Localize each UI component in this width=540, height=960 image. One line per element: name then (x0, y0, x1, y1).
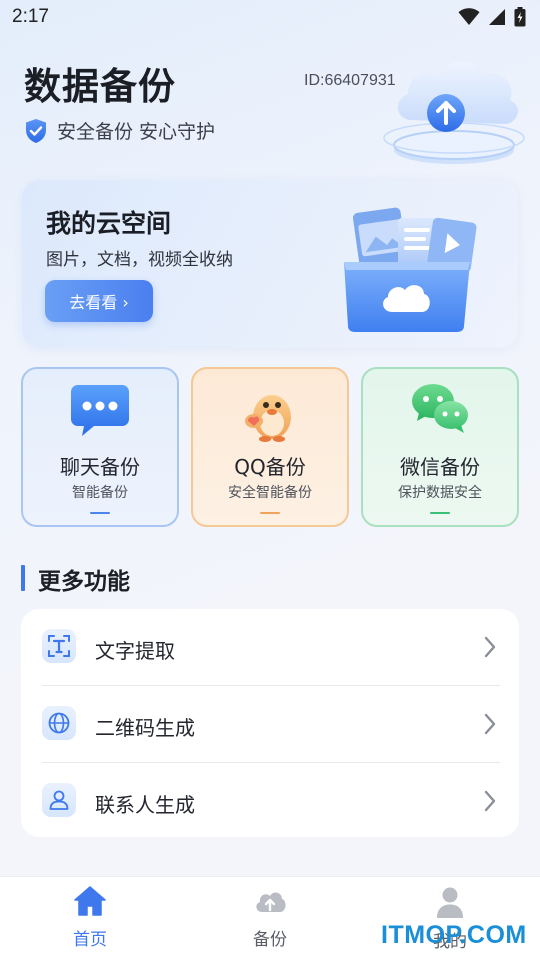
cloud-upload-illustration (383, 61, 525, 164)
qq-backup-card[interactable]: QQ备份 安全智能备份 (191, 367, 349, 527)
wechat-backup-card[interactable]: 微信备份 保护数据安全 (361, 367, 519, 527)
subtitle-text: 安全备份 安心守护 (57, 121, 216, 143)
chat-backup-card[interactable]: 聊天备份 智能备份 (21, 367, 179, 527)
nav-label-home: 首页 (73, 930, 107, 950)
list-item-label: 联系人生成 (95, 793, 195, 817)
battery-icon (514, 7, 526, 27)
signal-icon (489, 9, 505, 25)
nav-label-backup: 备份 (253, 930, 287, 950)
cloud-card-title: 我的云空间 (46, 209, 172, 238)
page-title: 数据备份 (24, 65, 176, 108)
qq-backup-title: QQ备份 (234, 455, 306, 479)
person-icon (437, 887, 463, 918)
chevron-right-icon (484, 713, 496, 735)
chevron-right-icon (484, 790, 496, 812)
list-item-qrcode-generation[interactable]: 二维码生成 (21, 686, 519, 762)
chat-backup-title: 聊天备份 (60, 455, 140, 479)
list-item-contact-generation[interactable]: 联系人生成 (21, 763, 519, 839)
my-cloud-card[interactable]: 我的云空间 图片，文档，视频全收纳 去看看 › (22, 180, 518, 348)
status-bar: 2:17 (0, 0, 540, 36)
more-functions-list: 文字提取 二维码生成 联系人生成 (21, 609, 519, 837)
status-time: 2:17 (12, 6, 49, 27)
nav-item-home[interactable]: 首页 (40, 885, 140, 950)
cloud-card-description: 图片，文档，视频全收纳 (46, 250, 233, 270)
status-icons (458, 7, 526, 27)
chat-backup-subtitle: 智能备份 (72, 485, 128, 501)
qq-backup-subtitle: 安全智能备份 (228, 485, 312, 501)
view-cloud-button[interactable]: 去看看 › (45, 280, 153, 322)
wifi-icon (458, 8, 480, 26)
qq-backup-indicator (260, 512, 280, 514)
list-item-label: 二维码生成 (95, 716, 195, 740)
nav-item-backup[interactable]: 备份 (220, 885, 320, 950)
wechat-backup-indicator (430, 512, 450, 514)
qq-penguin-icon (245, 395, 291, 442)
shield-check-icon (26, 118, 46, 143)
chat-bubble-icon (71, 385, 129, 436)
text-recognition-icon (42, 629, 76, 663)
list-item-text-extraction[interactable]: 文字提取 (21, 609, 519, 685)
subtitle-row: 安全备份 安心守护 (24, 117, 215, 144)
file-box-illustration (344, 207, 477, 332)
watermark: ITMOP.COM (381, 921, 527, 949)
cloud-upload-icon (256, 892, 286, 912)
chat-backup-indicator (90, 512, 110, 514)
list-item-label: 文字提取 (95, 639, 175, 663)
chevron-right-icon (484, 636, 496, 658)
globe-icon (42, 706, 76, 740)
section-title-more-functions: 更多功能 (38, 569, 130, 595)
home-icon (74, 886, 106, 916)
wechat-backup-title: 微信备份 (400, 455, 480, 479)
wechat-icon (412, 384, 468, 433)
wechat-backup-subtitle: 保护数据安全 (398, 485, 482, 501)
section-accent-bar (21, 565, 25, 591)
contact-icon (42, 783, 76, 817)
